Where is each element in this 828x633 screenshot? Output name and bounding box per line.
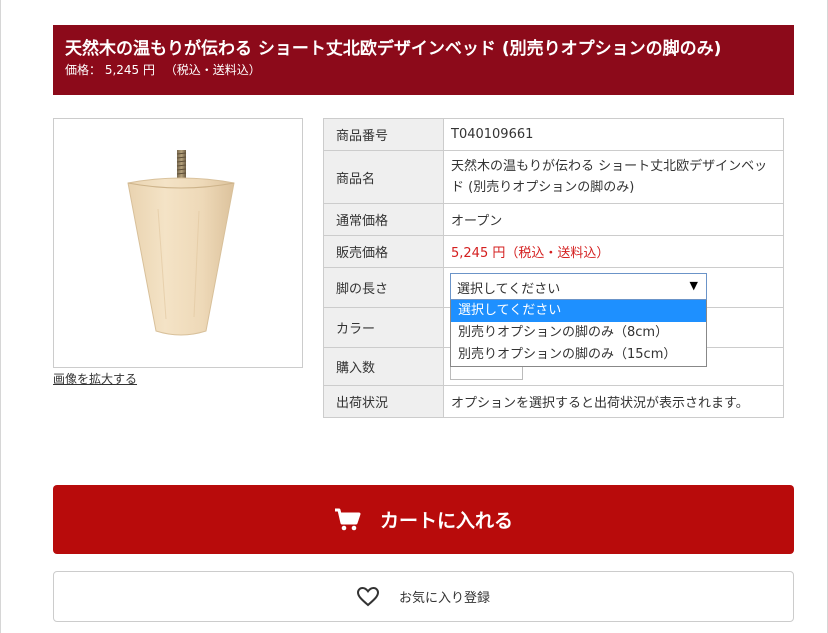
spec-value-sku: T040109661 xyxy=(443,118,784,151)
spec-label: 商品名 xyxy=(323,150,444,204)
heart-icon xyxy=(356,586,379,606)
spec-row-name: 商品名 天然木の温もりが伝わる ショート丈北欧デザインベッド (別売りオプション… xyxy=(323,150,784,204)
leg-length-select[interactable]: 選択してください ▼ xyxy=(450,273,707,300)
wooden-leg-image xyxy=(127,150,235,336)
chevron-down-icon: ▼ xyxy=(689,279,698,292)
spec-label: 出荷状況 xyxy=(323,385,444,418)
add-to-favorites-label: お気に入り登録 xyxy=(398,591,490,606)
product-image[interactable] xyxy=(53,118,303,368)
add-to-cart-button[interactable]: カートに入れる xyxy=(53,485,794,554)
spec-row-regular-price: 通常価格 オープン xyxy=(323,203,784,236)
product-header: 天然木の温もりが伝わる ショート丈北欧デザインベッド (別売りオプションの脚のみ… xyxy=(53,25,794,95)
header-price: 価格： 5,245 円 （税込・送料込） xyxy=(65,63,261,77)
add-to-favorites-button[interactable]: お気に入り登録 xyxy=(53,571,794,622)
spec-row-sku: 商品番号 T040109661 xyxy=(323,118,784,151)
spec-value-sale-price: 5,245 円（税込・送料込） xyxy=(443,235,784,268)
add-to-cart-label: カートに入れる xyxy=(379,510,513,532)
spec-value-name: 天然木の温もりが伝わる ショート丈北欧デザインベッド (別売りオプションの脚のみ… xyxy=(443,150,784,204)
spec-label: 販売価格 xyxy=(323,235,444,268)
product-spec-table: 商品番号 T040109661 商品名 天然木の温もりが伝わる ショート丈北欧デ… xyxy=(323,118,784,418)
zoom-image-link[interactable]: 画像を拡大する xyxy=(53,370,137,387)
spec-label: カラー xyxy=(323,307,444,348)
spec-value-regular-price: オープン xyxy=(443,203,784,236)
spec-label: 通常価格 xyxy=(323,203,444,236)
spec-label: 商品番号 xyxy=(323,118,444,151)
leg-length-select-value: 選択してください xyxy=(457,282,561,297)
spec-row-sale-price: 販売価格 5,245 円（税込・送料込） xyxy=(323,235,784,268)
dropdown-option-placeholder[interactable]: 選択してください xyxy=(451,300,706,322)
product-title: 天然木の温もりが伝わる ショート丈北欧デザインベッド (別売りオプションの脚のみ… xyxy=(65,39,722,59)
spec-label: 購入数 xyxy=(323,347,444,386)
quantity-input[interactable] xyxy=(450,366,523,380)
spec-value-shipping-status: オプションを選択すると出荷状況が表示されます。 xyxy=(443,385,784,418)
dropdown-option-8cm[interactable]: 別売りオプションの脚のみ（8cm） xyxy=(451,322,706,344)
cart-icon xyxy=(334,508,361,530)
dropdown-option-15cm[interactable]: 別売りオプションの脚のみ（15cm） xyxy=(451,344,706,366)
leg-length-dropdown: 選択してください 別売りオプションの脚のみ（8cm） 別売りオプションの脚のみ（… xyxy=(450,300,707,367)
spec-label: 脚の長さ xyxy=(323,267,444,308)
spec-row-shipping-status: 出荷状況 オプションを選択すると出荷状況が表示されます。 xyxy=(323,385,784,418)
